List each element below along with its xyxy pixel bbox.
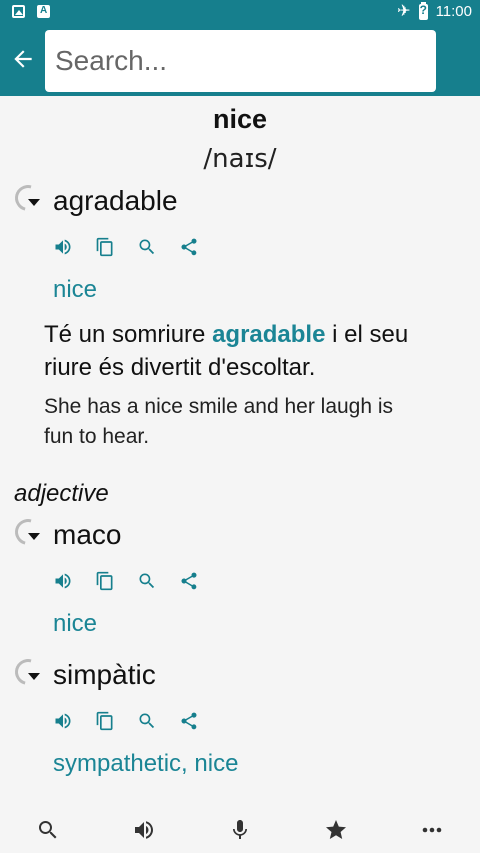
entry-actions [53,711,199,731]
expand-caret-icon[interactable] [28,673,40,680]
nav-more-icon[interactable] [412,810,452,850]
entry-translation[interactable]: sympathetic, nice [53,750,238,778]
expand-caret-icon[interactable] [28,533,40,540]
nav-star-icon[interactable] [316,810,356,850]
example-english: She has a nice smile and her laugh is fu… [44,395,394,448]
search-icon[interactable] [137,711,157,731]
share-icon[interactable] [179,237,199,257]
entry-term[interactable]: simpàtic [53,659,156,691]
copy-icon[interactable] [95,711,115,731]
bottom-navigation [0,806,480,853]
entry-actions [53,571,199,591]
example-highlight: agradable [212,321,326,348]
app-notification-icon [37,5,50,18]
app-bar [0,24,480,96]
status-time: 11:00 [435,3,472,20]
part-of-speech: adjective [14,480,109,507]
entry-actions [53,237,199,257]
example-text: Té un somriure [44,321,213,348]
nav-search-icon[interactable] [28,810,68,850]
copy-icon[interactable] [95,571,115,591]
loading-spinner-icon [10,654,46,690]
status-bar: ✈ 11:00 [0,0,480,24]
loading-spinner-icon [10,180,46,216]
image-notification-icon [12,5,25,18]
speaker-icon[interactable] [53,571,73,591]
speaker-icon[interactable] [53,237,73,257]
copy-icon[interactable] [95,237,115,257]
entry-term[interactable]: agradable [53,185,178,217]
search-icon[interactable] [137,237,157,257]
airplane-mode-icon: ✈ [397,2,411,20]
entry-term[interactable]: maco [53,519,121,551]
search-icon[interactable] [137,571,157,591]
nav-microphone-icon[interactable] [220,810,260,850]
loading-spinner-icon [10,514,46,550]
example-catalan: Té un somriure agradable i el seu riure … [44,318,444,384]
nav-speaker-icon[interactable] [124,810,164,850]
battery-icon [418,1,428,20]
dictionary-content: nice /naɪs/ agradable nice Té un somriur… [0,96,480,806]
back-arrow-icon[interactable] [10,46,36,72]
speaker-icon[interactable] [53,711,73,731]
headword: nice [212,104,268,134]
phonetic-transcription: /naɪs/ [203,144,277,174]
share-icon[interactable] [179,711,199,731]
search-input[interactable] [45,30,436,92]
share-icon[interactable] [179,571,199,591]
expand-caret-icon[interactable] [28,199,40,206]
entry-translation[interactable]: nice [53,276,97,304]
entry-translation[interactable]: nice [53,610,97,638]
